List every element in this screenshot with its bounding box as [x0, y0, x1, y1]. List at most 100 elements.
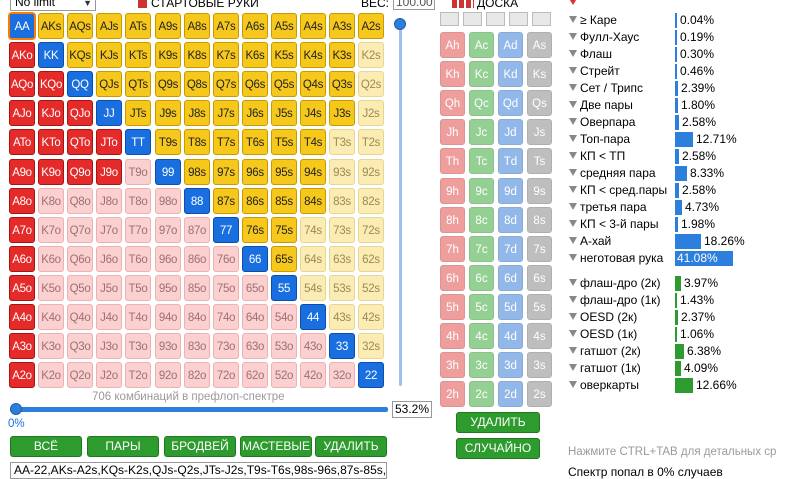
range-percent-field[interactable]: 53.2% [392, 401, 432, 418]
delete-range-button[interactable]: УДАЛИТЬ [315, 436, 387, 457]
hand-cell[interactable]: K9o [38, 159, 64, 185]
hand-cell[interactable]: T9o [125, 159, 151, 185]
hand-cell[interactable]: KTs [125, 42, 151, 68]
hand-cell[interactable]: A7s [213, 13, 239, 39]
filter-icon[interactable] [569, 330, 577, 337]
hand-cell[interactable]: T6o [125, 246, 151, 272]
hand-cell[interactable]: 82s [358, 188, 384, 214]
deck-card[interactable]: 5d [498, 294, 523, 320]
range-slider[interactable] [10, 403, 388, 415]
hand-cell[interactable]: J8s [184, 100, 210, 126]
hand-cell[interactable]: Q9s [155, 71, 181, 97]
hand-cell[interactable]: Q6s [242, 71, 268, 97]
filter-icon[interactable] [569, 135, 577, 142]
random-board-button[interactable]: СЛУЧАЙНО [456, 438, 540, 459]
stat-row[interactable]: OESD (2к) 2.37% [567, 309, 793, 326]
hand-cell[interactable]: J3o [96, 333, 122, 359]
hand-cell[interactable]: AJs [96, 13, 122, 39]
deck-card[interactable]: Qc [469, 90, 494, 116]
filter-icon[interactable] [569, 152, 577, 159]
hand-cell[interactable]: J9o [96, 159, 122, 185]
hand-cell[interactable]: AKo [9, 42, 35, 68]
weight-slider-thumb[interactable] [394, 18, 406, 30]
stat-row[interactable]: Флаш 0.30% [567, 46, 793, 63]
hand-cell[interactable]: A3o [9, 333, 35, 359]
hand-cell[interactable]: T6s [242, 129, 268, 155]
hand-cell[interactable]: 96s [242, 159, 268, 185]
hand-cell[interactable]: 76o [213, 246, 239, 272]
hand-cell[interactable]: T5o [125, 275, 151, 301]
stat-row[interactable]: ≥ Каре 0.04% [567, 12, 793, 29]
deck-card[interactable]: 4d [498, 323, 523, 349]
hand-cell[interactable]: 98s [184, 159, 210, 185]
deck-card[interactable]: Ks [527, 61, 552, 87]
hand-cell[interactable]: 93s [329, 159, 355, 185]
hand-cell[interactable]: Q8o [67, 188, 93, 214]
hand-cell[interactable]: Q4o [67, 304, 93, 330]
stat-row[interactable]: Две пары 1.80% [567, 97, 793, 114]
deck-card[interactable]: Qh [440, 90, 465, 116]
deck-card[interactable]: 4h [440, 323, 465, 349]
hand-cell[interactable]: 88 [184, 188, 210, 214]
deck-card[interactable]: As [527, 32, 552, 58]
hand-cell[interactable]: J6o [96, 246, 122, 272]
hand-cell[interactable]: 72s [358, 217, 384, 243]
stat-row[interactable]: КП < сред.пары 2.58% [567, 182, 793, 199]
filter-icon[interactable] [569, 186, 577, 193]
hand-cell[interactable]: J7o [96, 217, 122, 243]
hand-cell[interactable]: AQs [67, 13, 93, 39]
hand-cell[interactable]: 93o [155, 333, 181, 359]
hand-cell[interactable]: K3o [38, 333, 64, 359]
hand-cell[interactable]: K8o [38, 188, 64, 214]
deck-card[interactable]: 4s [527, 323, 552, 349]
deck-card[interactable]: 9h [440, 178, 465, 204]
hand-cell[interactable]: 92s [358, 159, 384, 185]
deck-card[interactable]: 7c [469, 236, 494, 262]
hand-cell[interactable]: J9s [155, 100, 181, 126]
filter-icon[interactable] [569, 50, 577, 57]
deck-card[interactable]: Th [440, 148, 465, 174]
hand-cell[interactable]: 84s [300, 188, 326, 214]
deck-card[interactable]: 2h [440, 381, 465, 407]
hand-cell[interactable]: KQo [38, 71, 64, 97]
hand-cell[interactable]: K8s [184, 42, 210, 68]
hand-cell[interactable]: Q7o [67, 217, 93, 243]
hand-cell[interactable]: K5o [38, 275, 64, 301]
hand-cell[interactable]: 64s [300, 246, 326, 272]
hand-cell[interactable]: Q7s [213, 71, 239, 97]
suited-button[interactable]: МАСТЕВЫЕ [240, 436, 312, 457]
hand-cell[interactable]: 83o [184, 333, 210, 359]
limit-select[interactable]: No limit ▼ [10, 0, 96, 11]
hand-cell[interactable]: 98o [155, 188, 181, 214]
hand-cell[interactable]: 86s [242, 188, 268, 214]
hand-cell[interactable]: A5s [271, 13, 297, 39]
hand-cell[interactable]: A8o [9, 188, 35, 214]
filter-icon[interactable] [569, 67, 577, 74]
hand-cell[interactable]: 87o [184, 217, 210, 243]
filter-icon[interactable] [569, 254, 577, 261]
deck-card[interactable]: Ad [498, 32, 523, 58]
hand-cell[interactable]: QTs [125, 71, 151, 97]
hand-cell[interactable]: J5s [271, 100, 297, 126]
hand-cell[interactable]: Q3s [329, 71, 355, 97]
hand-cell[interactable]: 77 [213, 217, 239, 243]
hand-cell[interactable]: T4s [300, 129, 326, 155]
hand-cell[interactable]: 63o [242, 333, 268, 359]
hand-cell[interactable]: 83s [329, 188, 355, 214]
hand-cell[interactable]: Q6o [67, 246, 93, 272]
range-text-field[interactable]: AA-22,AKs-A2s,KQs-K2s,QJs-Q2s,JTs-J2s,T9… [10, 462, 387, 479]
hand-cell[interactable]: 65s [271, 246, 297, 272]
hand-cell[interactable]: T2s [358, 129, 384, 155]
hand-cell[interactable]: 74o [213, 304, 239, 330]
hand-cell[interactable]: T8o [125, 188, 151, 214]
hand-cell[interactable]: 74s [300, 217, 326, 243]
hand-cell[interactable]: KQs [67, 42, 93, 68]
hand-cell[interactable]: 87s [213, 188, 239, 214]
deck-card[interactable]: Js [527, 119, 552, 145]
hand-cell[interactable]: T5s [271, 129, 297, 155]
deck-card[interactable]: 8d [498, 207, 523, 233]
board-delete-button[interactable]: УДАЛИТЬ [456, 412, 540, 433]
deck-card[interactable]: 3d [498, 352, 523, 378]
deck-card[interactable]: Td [498, 148, 523, 174]
board-slot[interactable] [509, 12, 528, 26]
